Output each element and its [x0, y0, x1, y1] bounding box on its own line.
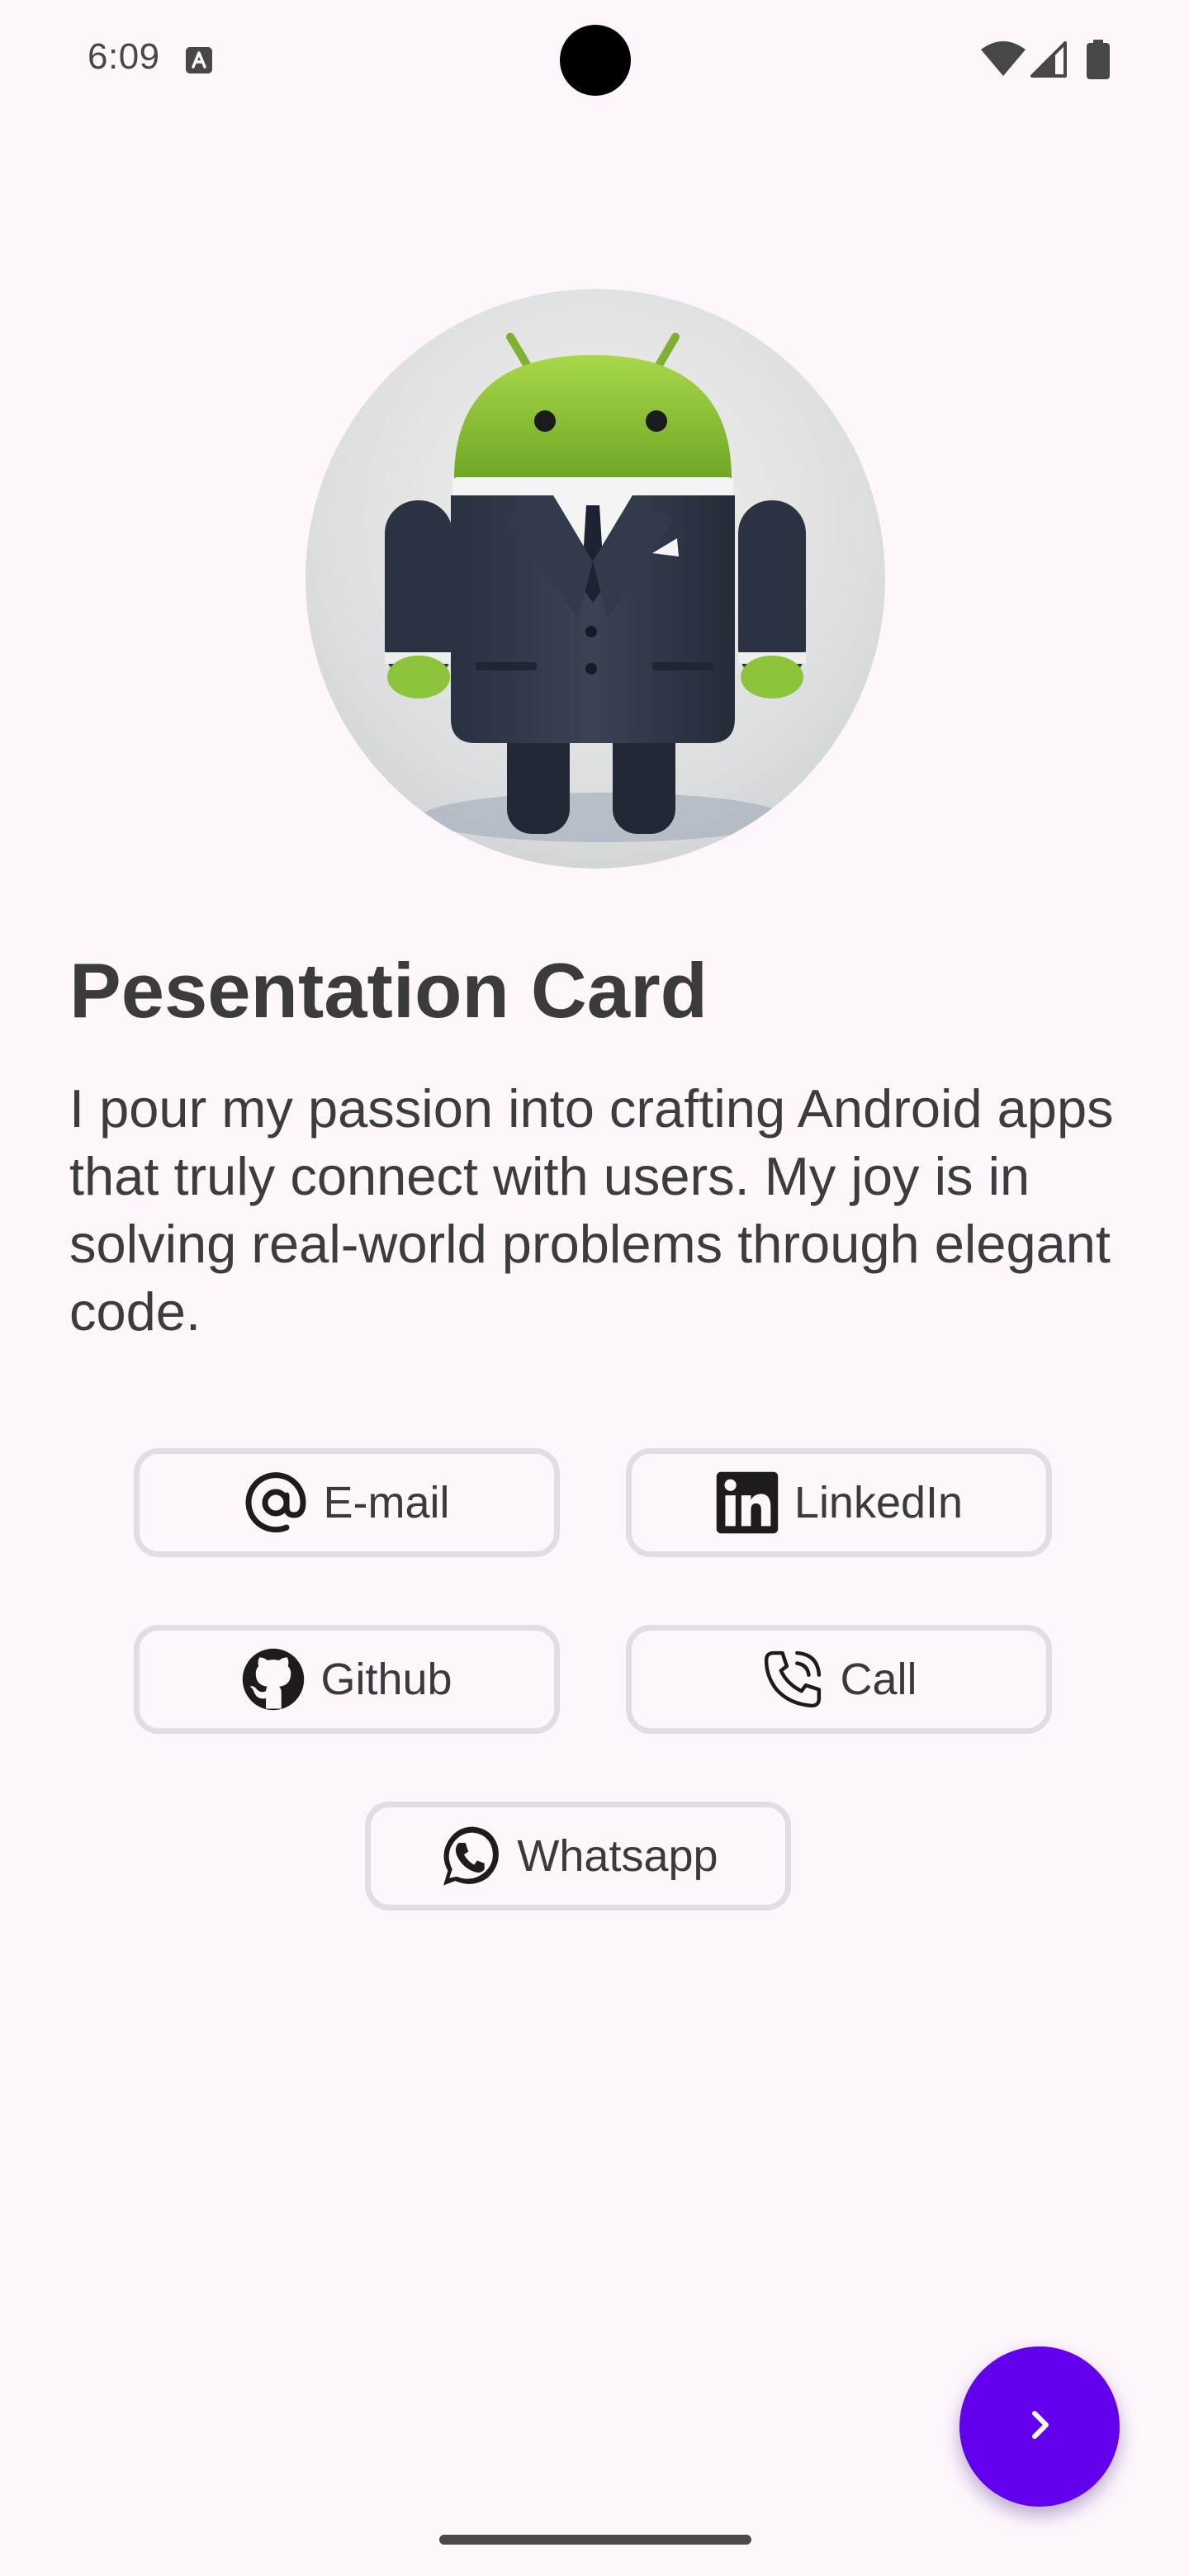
call-button-label: Call	[840, 1655, 917, 1704]
page-description: I pour my passion into crafting Android …	[69, 1078, 1114, 1342]
github-button-label: Github	[320, 1655, 452, 1704]
camera-cutout	[560, 25, 631, 96]
github-icon	[241, 1647, 306, 1712]
avatar	[306, 289, 885, 869]
next-fab-button[interactable]	[959, 2346, 1120, 2507]
email-button[interactable]: E-mail	[134, 1448, 560, 1557]
battery-icon	[1087, 40, 1110, 79]
github-button[interactable]: Github	[134, 1625, 560, 1734]
wifi-icon	[979, 41, 1027, 78]
text-a-icon	[185, 46, 213, 74]
android-robot-icon	[306, 289, 885, 869]
call-button[interactable]: Call	[626, 1625, 1052, 1734]
gesture-navigation-bar[interactable]	[439, 2535, 751, 2545]
linkedin-button-label: LinkedIn	[793, 1478, 964, 1527]
at-sign-icon	[244, 1470, 308, 1535]
linkedin-button[interactable]: LinkedIn	[626, 1448, 1052, 1557]
whatsapp-button-label: Whatsapp	[517, 1831, 718, 1881]
phone-call-icon	[760, 1647, 825, 1712]
whatsapp-icon	[438, 1824, 502, 1888]
chevron-right-icon	[1020, 2405, 1059, 2449]
email-button-label: E-mail	[323, 1478, 450, 1527]
whatsapp-button[interactable]: Whatsapp	[365, 1802, 791, 1911]
status-time: 6:09	[88, 36, 160, 77]
linkedin-icon	[715, 1470, 779, 1535]
signal-icon	[1030, 41, 1067, 78]
status-bar: 6:09	[0, 0, 1189, 116]
page-title: Pesentation Card	[69, 947, 708, 1034]
